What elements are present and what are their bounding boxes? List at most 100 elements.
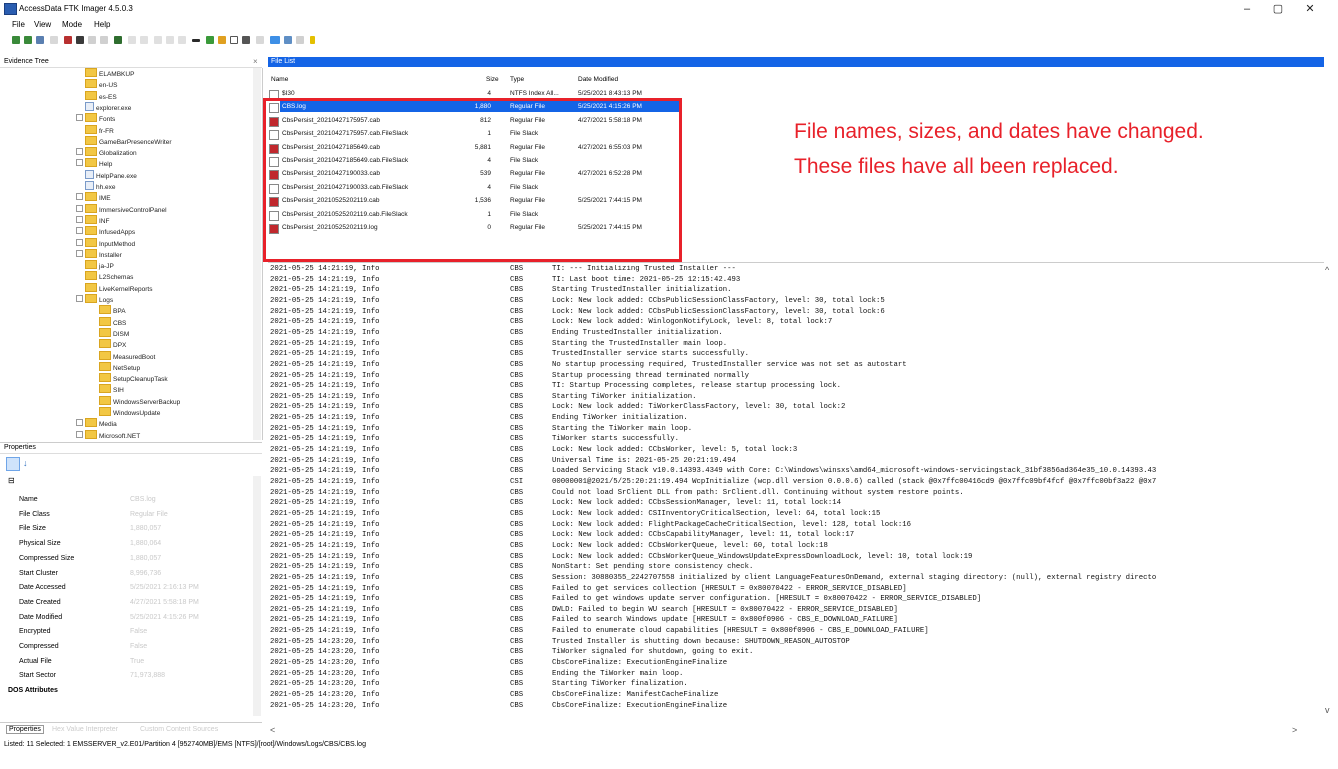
- tree-expander-icon[interactable]: [76, 193, 83, 201]
- detect-efs-icon[interactable]: [140, 36, 148, 44]
- tree-item[interactable]: ImmersiveControlPanel: [76, 203, 167, 214]
- property-row[interactable]: Date Created 4/27/2021 5:58:18 PM: [0, 599, 250, 611]
- tree-item[interactable]: Globalization: [76, 147, 137, 157]
- property-group-toggle[interactable]: ⊟: [8, 476, 15, 485]
- tree-expander-icon[interactable]: [76, 238, 83, 246]
- properties-scrollbar[interactable]: [253, 476, 261, 716]
- column-name[interactable]: Name: [271, 76, 288, 83]
- property-row[interactable]: File Class Regular File: [0, 511, 250, 523]
- decrypt-icon[interactable]: [296, 36, 304, 44]
- remove-evidence-icon[interactable]: [50, 36, 58, 44]
- tree-item[interactable]: INF: [76, 214, 109, 225]
- view-files-icon[interactable]: [218, 36, 226, 44]
- property-row[interactable]: Date Modified 5/25/2021 4:15:26 PM: [0, 614, 250, 626]
- property-group-dos-attributes[interactable]: DOS Attributes: [0, 687, 250, 699]
- tree-item[interactable]: GameBarPresenceWriter: [76, 135, 172, 146]
- export-logical-image-icon[interactable]: [100, 36, 108, 44]
- tree-item[interactable]: NetSetup: [90, 361, 140, 372]
- property-row[interactable]: Start Cluster 8,996,736: [0, 570, 250, 582]
- tree-item[interactable]: Fonts: [76, 113, 115, 123]
- column-size[interactable]: Size: [486, 76, 499, 83]
- menu-view[interactable]: View: [34, 20, 51, 29]
- filtered-icon[interactable]: [284, 36, 292, 44]
- tree-item[interactable]: Installer: [76, 248, 122, 259]
- auto-icon[interactable]: [242, 36, 250, 44]
- tab-hex-value-interpreter[interactable]: Hex Value Interpreter: [52, 726, 118, 733]
- export-directory-icon[interactable]: [206, 36, 214, 44]
- file-content-viewer[interactable]: 2021-05-25 14:21:19, Info CBS TI: --- Init…: [270, 265, 1320, 735]
- property-row[interactable]: Compressed False: [0, 643, 250, 655]
- tree-expander-icon[interactable]: [76, 114, 83, 122]
- property-row[interactable]: Actual File True: [0, 658, 250, 670]
- tree-item[interactable]: DPX: [90, 339, 126, 349]
- remove-all-icon[interactable]: [64, 36, 72, 44]
- tree-item[interactable]: Microsoft.NET: [76, 429, 140, 440]
- tree-item[interactable]: WindowsServerBackup: [90, 395, 180, 406]
- scroll-left-icon[interactable]: <: [270, 725, 275, 735]
- tree-item[interactable]: BPA: [90, 305, 126, 315]
- tree-item[interactable]: fr-FR: [76, 124, 114, 135]
- column-type[interactable]: Type: [510, 76, 524, 83]
- capture-memory-icon[interactable]: [114, 36, 122, 44]
- tree-item[interactable]: es-ES: [76, 90, 117, 101]
- tree-item[interactable]: InputMethod: [76, 237, 135, 248]
- tree-expander-icon[interactable]: [76, 419, 83, 427]
- hex-view-icon[interactable]: [270, 36, 280, 44]
- tree-item[interactable]: DISM: [90, 327, 129, 338]
- property-row[interactable]: Physical Size 1,880,064: [0, 540, 250, 552]
- column-date-modified[interactable]: Date Modified: [578, 76, 618, 83]
- tree-item[interactable]: CBS: [90, 316, 126, 327]
- alphabetical-icon[interactable]: ↓: [23, 458, 28, 468]
- scroll-right-icon[interactable]: >: [1292, 725, 1297, 735]
- property-row[interactable]: Start Sector 71,973,888: [0, 672, 250, 684]
- tree-expander-icon[interactable]: [76, 215, 83, 223]
- text-icon[interactable]: [256, 36, 264, 44]
- obtain-protected-files-icon[interactable]: [128, 36, 136, 44]
- create-image-icon[interactable]: [76, 36, 84, 44]
- tree-item[interactable]: MeasuredBoot: [90, 350, 155, 361]
- property-row[interactable]: Compressed Size 1,880,057: [0, 555, 250, 567]
- property-row[interactable]: File Size 1,880,057: [0, 525, 250, 537]
- evidence-tree-scrollbar[interactable]: [253, 68, 261, 440]
- tree-item[interactable]: InfusedApps: [76, 226, 135, 236]
- menu-mode[interactable]: Mode: [62, 20, 82, 29]
- tree-expander-icon[interactable]: [76, 430, 83, 438]
- tree-item[interactable]: SIH: [90, 384, 124, 394]
- export-hash-icon[interactable]: [166, 36, 174, 44]
- menu-help[interactable]: Help: [94, 20, 110, 29]
- property-row[interactable]: Encrypted False: [0, 628, 250, 640]
- add-evidence-icon[interactable]: [12, 36, 20, 44]
- tree-item[interactable]: IME: [76, 192, 111, 202]
- tree-expander-icon[interactable]: [76, 249, 83, 257]
- tree-expander-icon[interactable]: [76, 159, 83, 167]
- tree-expander-icon[interactable]: [76, 295, 83, 302]
- evidence-tree[interactable]: ELAMBKUP en-US es-ES explorer.exe Fonts fr-FR…: [0, 68, 263, 440]
- scroll-down-icon[interactable]: v: [1325, 705, 1330, 715]
- pane-divider[interactable]: [268, 262, 1324, 263]
- minimize-button[interactable]: –: [1234, 2, 1260, 16]
- tree-item[interactable]: en-US: [76, 79, 117, 89]
- categorized-icon[interactable]: [6, 457, 20, 471]
- tab-properties[interactable]: Properties: [6, 725, 44, 734]
- tree-item[interactable]: explorer.exe: [76, 101, 131, 112]
- tree-item[interactable]: L2Schemas: [76, 271, 133, 281]
- maximize-button[interactable]: ▢: [1265, 2, 1291, 16]
- tree-item[interactable]: ja-JP: [76, 260, 114, 270]
- tab-custom-content-sources[interactable]: Custom Content Sources: [140, 726, 218, 733]
- export-disk-image-icon[interactable]: [88, 36, 96, 44]
- image-mounting-icon[interactable]: [36, 36, 44, 44]
- tree-item[interactable]: Media: [76, 418, 117, 428]
- viewer-horizontal-scrollbar[interactable]: < >: [268, 725, 1324, 736]
- tree-item[interactable]: ELAMBKUP: [76, 68, 134, 78]
- help-icon[interactable]: [310, 36, 315, 44]
- full-screen-icon[interactable]: [230, 36, 238, 44]
- tree-item[interactable]: LiveKernelReports: [76, 282, 152, 293]
- tree-item[interactable]: Logs: [76, 294, 113, 304]
- tree-item[interactable]: HelpPane.exe: [76, 169, 137, 180]
- tree-item[interactable]: SetupCleanupTask: [90, 373, 168, 383]
- tree-expander-icon[interactable]: [76, 227, 83, 235]
- tree-expander-icon[interactable]: [76, 204, 83, 212]
- close-button[interactable]: ✕: [1297, 2, 1323, 16]
- tree-item[interactable]: Help: [76, 158, 112, 168]
- add-all-evidence-icon[interactable]: [24, 36, 32, 44]
